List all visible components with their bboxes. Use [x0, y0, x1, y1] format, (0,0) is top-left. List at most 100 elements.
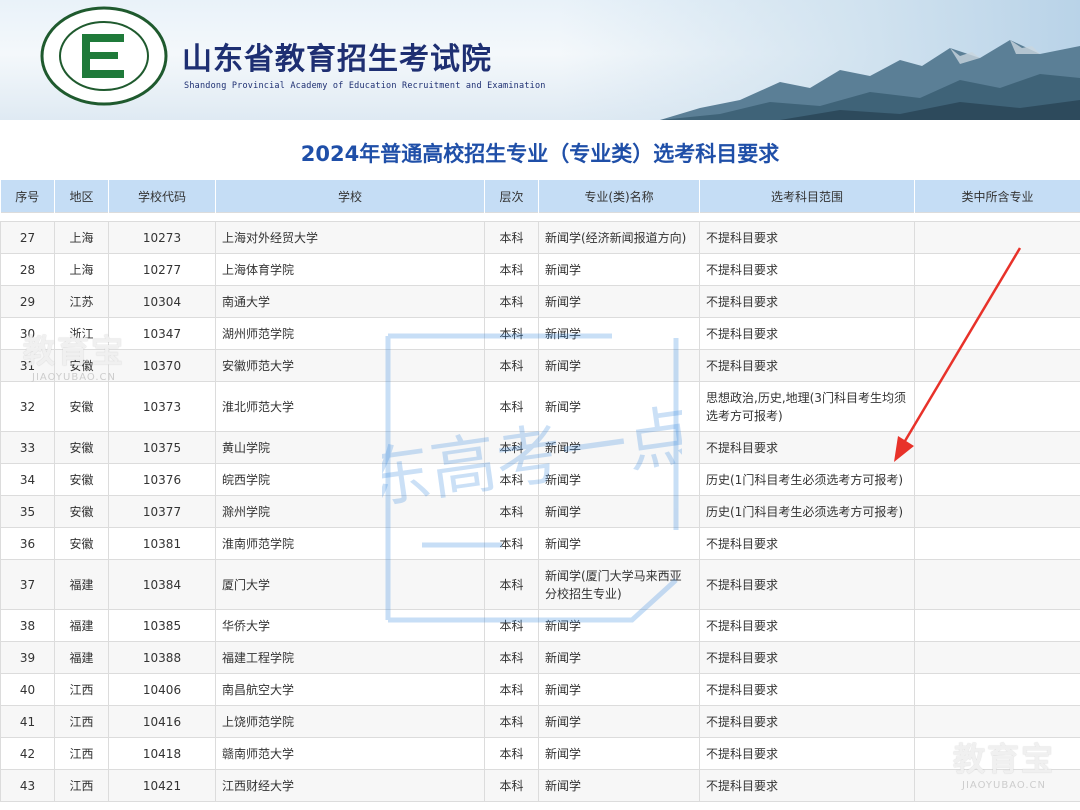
cell-requirement: 不提科目要求 — [699, 559, 915, 610]
table-row: 43 江西 10421 江西财经大学 本科 新闻学 不提科目要求 — [0, 769, 1080, 802]
cell-requirement: 历史(1门科目考生必须选考方可报考) — [699, 463, 915, 496]
table-row: 31 安徽 10370 安徽师范大学 本科 新闻学 不提科目要求 — [0, 349, 1080, 382]
column-header-code: 学校代码 — [108, 180, 216, 213]
column-header-requirement: 选考科目范围 — [699, 180, 915, 213]
cell-level: 本科 — [484, 317, 539, 350]
cell-major: 新闻学 — [538, 253, 700, 286]
academy-seal-logo — [40, 6, 168, 106]
cell-included — [914, 705, 1080, 738]
cell-region: 上海 — [54, 253, 109, 286]
cell-requirement: 不提科目要求 — [699, 527, 915, 560]
cell-level: 本科 — [484, 349, 539, 382]
cell-level: 本科 — [484, 221, 539, 254]
page-title: 2024年普通高校招生专业（专业类）选考科目要求 — [300, 142, 780, 166]
column-header-no: 序号 — [0, 180, 55, 213]
cell-code: 10406 — [108, 673, 216, 706]
cell-no: 43 — [0, 769, 55, 802]
table-row: 34 安徽 10376 皖西学院 本科 新闻学 历史(1门科目考生必须选考方可报考) — [0, 463, 1080, 496]
cell-included — [914, 527, 1080, 560]
cell-level: 本科 — [484, 705, 539, 738]
cell-region: 江西 — [54, 705, 109, 738]
cell-region: 福建 — [54, 559, 109, 610]
cell-region: 安徽 — [54, 463, 109, 496]
cell-school: 江西财经大学 — [215, 769, 485, 802]
cell-major: 新闻学 — [538, 769, 700, 802]
cell-level: 本科 — [484, 495, 539, 528]
cell-region: 安徽 — [54, 349, 109, 382]
cell-included — [914, 737, 1080, 770]
cell-requirement: 不提科目要求 — [699, 349, 915, 382]
cell-code: 10385 — [108, 609, 216, 642]
cell-no: 39 — [0, 641, 55, 674]
cell-no: 31 — [0, 349, 55, 382]
cell-included — [914, 673, 1080, 706]
cell-major: 新闻学 — [538, 527, 700, 560]
cell-included — [914, 641, 1080, 674]
table-row: 30 浙江 10347 湖州师范学院 本科 新闻学 不提科目要求 — [0, 317, 1080, 350]
cell-code: 10277 — [108, 253, 216, 286]
cell-school: 上饶师范学院 — [215, 705, 485, 738]
cell-level: 本科 — [484, 285, 539, 318]
cell-major: 新闻学 — [538, 705, 700, 738]
cell-no: 42 — [0, 737, 55, 770]
cell-code: 10418 — [108, 737, 216, 770]
cell-level: 本科 — [484, 559, 539, 610]
cell-code: 10373 — [108, 381, 216, 432]
column-header-school: 学校 — [215, 180, 485, 213]
cell-school: 滁州学院 — [215, 495, 485, 528]
cell-code: 10388 — [108, 641, 216, 674]
cell-level: 本科 — [484, 463, 539, 496]
cell-region: 安徽 — [54, 495, 109, 528]
cell-major: 新闻学(经济新闻报道方向) — [538, 221, 700, 254]
cell-school: 黄山学院 — [215, 431, 485, 464]
cell-no: 41 — [0, 705, 55, 738]
banner-mountains-image — [660, 40, 1080, 120]
cell-included — [914, 463, 1080, 496]
column-header-included: 类中所含专业 — [914, 180, 1080, 213]
table-row: 42 江西 10418 赣南师范大学 本科 新闻学 不提科目要求 — [0, 737, 1080, 770]
table-row: 37 福建 10384 厦门大学 本科 新闻学(厦门大学马来西亚分校招生专业) 不提科目要求 — [0, 559, 1080, 610]
cell-region: 福建 — [54, 641, 109, 674]
table-row: 39 福建 10388 福建工程学院 本科 新闻学 不提科目要求 — [0, 641, 1080, 674]
cell-school: 皖西学院 — [215, 463, 485, 496]
cell-no: 40 — [0, 673, 55, 706]
cell-school: 南通大学 — [215, 285, 485, 318]
cell-level: 本科 — [484, 737, 539, 770]
cell-code: 10347 — [108, 317, 216, 350]
table-row: 36 安徽 10381 淮南师范学院 本科 新闻学 不提科目要求 — [0, 527, 1080, 560]
cell-school: 赣南师范大学 — [215, 737, 485, 770]
cell-included — [914, 317, 1080, 350]
requirements-table-container: 序号 地区 学校代码 学校 层次 专业(类)名称 选考科目范围 类中所含专业 2… — [0, 180, 1080, 802]
table-row: 27 上海 10273 上海对外经贸大学 本科 新闻学(经济新闻报道方向) 不提科目要求 — [0, 221, 1080, 254]
cell-code: 10273 — [108, 221, 216, 254]
cell-school: 福建工程学院 — [215, 641, 485, 674]
column-header-major: 专业(类)名称 — [538, 180, 700, 213]
cell-included — [914, 381, 1080, 432]
cell-requirement: 不提科目要求 — [699, 609, 915, 642]
cell-requirement: 不提科目要求 — [699, 641, 915, 674]
table-row: 32 安徽 10373 淮北师范大学 本科 新闻学 思想政治,历史,地理(3门科目考生均须选… — [0, 381, 1080, 432]
cell-major: 新闻学 — [538, 349, 700, 382]
cell-no: 27 — [0, 221, 55, 254]
cell-no: 34 — [0, 463, 55, 496]
cell-region: 江西 — [54, 737, 109, 770]
cell-major: 新闻学 — [538, 463, 700, 496]
cell-included — [914, 221, 1080, 254]
cell-major: 新闻学 — [538, 431, 700, 464]
cell-requirement: 不提科目要求 — [699, 221, 915, 254]
cell-requirement: 不提科目要求 — [699, 253, 915, 286]
cell-major: 新闻学 — [538, 609, 700, 642]
table-row: 29 江苏 10304 南通大学 本科 新闻学 不提科目要求 — [0, 285, 1080, 318]
cell-code: 10370 — [108, 349, 216, 382]
cell-region: 安徽 — [54, 431, 109, 464]
cell-included — [914, 349, 1080, 382]
cell-major: 新闻学 — [538, 673, 700, 706]
table-row: 38 福建 10385 华侨大学 本科 新闻学 不提科目要求 — [0, 609, 1080, 642]
cell-school: 华侨大学 — [215, 609, 485, 642]
cell-code: 10375 — [108, 431, 216, 464]
cell-region: 安徽 — [54, 381, 109, 432]
cell-school: 上海对外经贸大学 — [215, 221, 485, 254]
requirements-table: 序号 地区 学校代码 学校 层次 专业(类)名称 选考科目范围 类中所含专业 2… — [0, 180, 1080, 802]
cell-code: 10376 — [108, 463, 216, 496]
cell-requirement: 思想政治,历史,地理(3门科目考生均须选考方可报考) — [699, 381, 915, 432]
